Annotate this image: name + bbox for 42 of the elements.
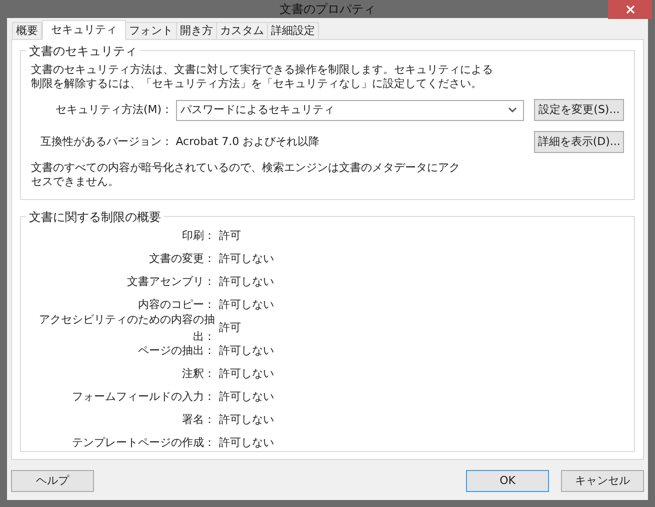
restriction-value: 許可しない xyxy=(219,251,274,268)
tab[interactable]: 概要 xyxy=(12,22,42,39)
restriction-value: 許可しない xyxy=(219,297,274,314)
restriction-label: テンプレートページの作成： xyxy=(71,435,216,452)
description-text: 文書のセキュリティ方法は、文書に対して実行できる操作を制限します。セキュリティによる制限を解除するには、「セキュリティ方法」を「セキュリティなし」に設定してください。 xyxy=(31,63,494,91)
version-value: Acrobat 7.0 およびそれ以降 xyxy=(176,134,321,150)
dialog-button[interactable]: キャンセル xyxy=(561,470,644,492)
restriction-value: 許可しない xyxy=(219,274,274,290)
restriction-value: 許可しない xyxy=(219,366,274,382)
restriction-label: アクセシビリティのための内容の抽出： xyxy=(38,312,216,344)
group-title: 文書のセキュリティ xyxy=(26,42,140,60)
restriction-value: 許可しない xyxy=(219,389,274,406)
restriction-label: 文書アセンブリ： xyxy=(126,274,216,290)
restriction-label: 署名： xyxy=(181,412,216,428)
restriction-label: ページの抽出： xyxy=(137,343,216,360)
dialog-button[interactable]: OK xyxy=(466,470,549,492)
close-icon xyxy=(626,5,634,14)
restriction-value: 許可しない xyxy=(219,435,274,452)
restriction-label: 文書の変更： xyxy=(148,251,216,268)
field-label: セキュリティ方法(M)： xyxy=(54,102,174,118)
restriction-value: 許可しない xyxy=(219,412,274,428)
tab[interactable]: セキュリティ xyxy=(42,20,126,40)
restriction-value: 許可しない xyxy=(219,343,274,360)
tab[interactable]: 詳細設定 xyxy=(267,22,319,39)
show-details-button[interactable]: 詳細を表示(D)... xyxy=(534,131,624,153)
group-title: 文書に関する制限の概要 xyxy=(26,208,164,226)
chevron-down-icon xyxy=(508,107,518,113)
dialog-button[interactable]: ヘルプ xyxy=(11,470,94,492)
restriction-label: 印刷： xyxy=(181,228,216,244)
restriction-value: 許可 xyxy=(219,228,241,244)
field-label: 互換性があるバージョン： xyxy=(40,134,174,150)
restriction-value: 許可 xyxy=(219,320,241,336)
note-text: 文書のすべての内容が暗号化されているので、検索エンジンは文書のメタデータにアクセスできません。 xyxy=(31,161,461,189)
tab[interactable]: 開き方 xyxy=(176,22,217,39)
tab[interactable]: カスタム xyxy=(216,22,268,39)
restriction-label: 注釈： xyxy=(181,366,216,382)
restriction-label: フォームフィールドの入力： xyxy=(71,389,216,406)
window-title: 文書のプロパティ xyxy=(280,1,376,18)
close-button[interactable] xyxy=(608,0,652,19)
restriction-label: 内容のコピー： xyxy=(137,297,216,314)
security-method-dropdown[interactable]: パスワードによるセキュリティ xyxy=(176,100,524,120)
change-settings-button[interactable]: 設定を変更(S)... xyxy=(534,99,624,121)
